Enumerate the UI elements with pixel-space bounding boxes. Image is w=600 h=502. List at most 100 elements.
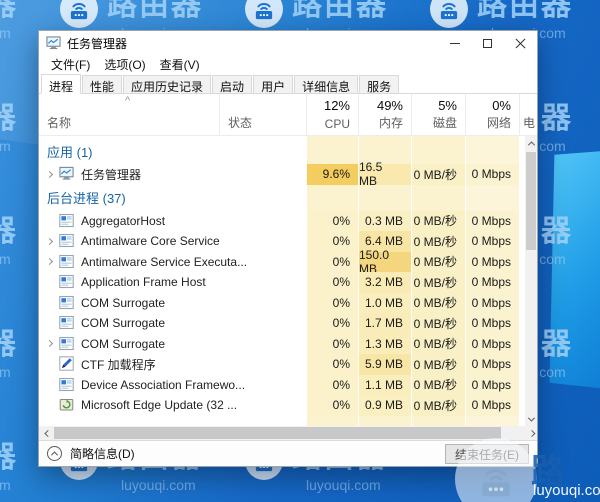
network-cell: 0 Mbps (465, 272, 519, 293)
horizontal-scroll-thumb[interactable] (54, 427, 501, 439)
section-header[interactable]: 应用 (1) (39, 138, 517, 164)
table-row[interactable]: COM Surrogate 0% 1.7 MB 0 MB/秒 0 Mbps (39, 313, 519, 334)
app-generic-icon (59, 254, 75, 270)
table-row[interactable]: Microsoft Edge Update (32 ... 0% 0.9 MB 0 M… (39, 395, 519, 416)
scroll-right-icon[interactable] (523, 426, 537, 440)
tab-详细信息[interactable]: 详细信息 (294, 75, 359, 94)
process-name: Device Association Framewo... (81, 377, 246, 392)
process-name: Microsoft Edge Update (32 ... (81, 398, 238, 413)
memory-cell: 150.0 MB (358, 248, 411, 276)
desktop-background: 路由器 luyouqi.com 路由器 luyouqi.com 路由器 luyo… (0, 0, 600, 502)
watermark-url-text: luyouqi.com (121, 477, 196, 493)
table-row[interactable]: COM Surrogate 0% 1.0 MB 0 MB/秒 0 Mbps (39, 292, 519, 313)
maximize-icon (483, 38, 492, 48)
tab-进程[interactable]: 进程 (41, 74, 82, 94)
memory-cell: 1.7 MB (358, 313, 411, 334)
column-header-name[interactable]: 名称 (39, 94, 219, 135)
table-row[interactable]: 任务管理器 9.6% 16.5 MB 0 MB/秒 0 Mbps (39, 160, 519, 188)
fewer-details-toggle[interactable]: 简略信息(D) (70, 445, 135, 462)
process-name: 任务管理器 (81, 167, 142, 182)
tab-服务[interactable]: 服务 (359, 75, 400, 94)
table-header: ^ 名称 状态 12% CPU 49% 内存 5% 磁盘 0% 网络 电 (39, 94, 537, 136)
windows-logo-pane (549, 150, 600, 390)
app-generic-icon (59, 315, 75, 331)
maximize-button[interactable] (471, 31, 504, 55)
process-name: COM Surrogate (81, 316, 166, 331)
network-cell: 0 Mbps (465, 210, 519, 231)
column-header-memory[interactable]: 49% 内存 (358, 94, 411, 135)
section-label: 应用 (1) (47, 144, 93, 160)
network-cell: 0 Mbps (465, 292, 519, 313)
section-header[interactable]: 后台进程 (37) (39, 185, 517, 211)
horizontal-scrollbar[interactable] (39, 426, 537, 440)
table-row[interactable]: Antimalware Service Executa... 0% 150.0 MB… (39, 248, 519, 276)
vertical-scrollbar[interactable] (525, 136, 537, 426)
watermark-brand-text: 路由器 (0, 328, 18, 361)
column-header-network[interactable]: 0% 网络 (465, 94, 519, 135)
close-button[interactable] (504, 31, 537, 55)
table-row[interactable]: AggregatorHost 0% 0.3 MB 0 MB/秒 0 Mbps (39, 210, 519, 231)
menu-item-0[interactable]: 文件(F) (45, 55, 96, 74)
network-cell: 0 Mbps (465, 164, 519, 185)
table-row[interactable]: Antimalware Core Service 0% 6.4 MB 0 MB/秒 0 … (39, 231, 519, 252)
disk-cell: 0 MB/秒 (411, 395, 465, 416)
disk-cell: 0 MB/秒 (411, 292, 465, 313)
network-cell: 0 Mbps (465, 395, 519, 416)
disk-cell: 0 MB/秒 (411, 164, 465, 185)
network-cell: 0 Mbps (465, 313, 519, 334)
memory-cell: 1.0 MB (358, 292, 411, 313)
expand-chevron-icon[interactable] (39, 170, 59, 178)
cpu-cell: 0% (306, 272, 358, 293)
cpu-cell: 0% (306, 395, 358, 416)
menu-item-1[interactable]: 选项(O) (98, 55, 151, 74)
scroll-up-icon[interactable] (525, 136, 537, 150)
network-cell: 0 Mbps (465, 374, 519, 395)
memory-cell: 16.5 MB (358, 160, 411, 188)
app-generic-icon (59, 377, 75, 393)
expand-chevron-icon[interactable] (39, 258, 59, 266)
watermark-tile: 路由器 luyouqi.com (0, 215, 18, 268)
memory-cell: 5.9 MB (358, 354, 411, 375)
table-row[interactable]: Application Frame Host 0% 3.2 MB 0 MB/秒 0 Mb… (39, 272, 519, 293)
column-header-power-partial[interactable]: 电 (519, 94, 539, 135)
cpu-cell: 9.6% (306, 164, 358, 185)
menu-item-2[interactable]: 查看(V) (154, 55, 206, 74)
disk-cell: 0 MB/秒 (411, 374, 465, 395)
tab-用户[interactable]: 用户 (253, 75, 294, 94)
watermark-url-text: luyouqi.com (0, 251, 11, 267)
column-header-cpu[interactable]: 12% CPU (306, 94, 358, 135)
table-row[interactable]: CTF 加载程序 0% 5.9 MB 0 MB/秒 0 Mbps (39, 354, 519, 375)
titlebar[interactable]: 任务管理器 (39, 31, 537, 55)
minimize-button[interactable] (438, 31, 471, 55)
cpu-cell: 0% (306, 374, 358, 395)
process-name: Application Frame Host (81, 275, 206, 290)
watermark-brand-text: 路由器 (0, 215, 18, 248)
window-title: 任务管理器 (67, 36, 128, 51)
cpu-cell: 0% (306, 333, 358, 354)
column-header-disk[interactable]: 5% 磁盘 (411, 94, 465, 135)
app-generic-icon (59, 295, 75, 311)
router-icon (482, 468, 510, 497)
table-row[interactable]: Device Association Framewo... 0% 1.1 MB 0 M… (39, 374, 519, 395)
disk-cell: 0 MB/秒 (411, 272, 465, 293)
tab-性能[interactable]: 性能 (82, 75, 123, 94)
cpu-cell: 0% (306, 210, 358, 231)
table-row[interactable]: COM Surrogate 0% 1.3 MB 0 MB/秒 0 Mbps (39, 333, 519, 354)
cpu-cell: 0% (306, 231, 358, 252)
cpu-cell: 0% (306, 313, 358, 334)
fewer-details-chevron-icon (47, 446, 62, 461)
scroll-down-icon[interactable] (525, 412, 537, 426)
task-manager-app-icon (46, 36, 61, 50)
tab-启动[interactable]: 启动 (212, 75, 253, 94)
scroll-left-icon[interactable] (39, 426, 53, 440)
app-generic-icon (59, 274, 75, 290)
close-icon (516, 38, 526, 48)
vertical-scroll-thumb[interactable] (526, 152, 536, 250)
window-controls (438, 31, 537, 55)
expand-chevron-icon[interactable] (39, 237, 59, 245)
cpu-cell: 0% (306, 292, 358, 313)
tab-应用历史记录[interactable]: 应用历史记录 (123, 75, 212, 94)
memory-cell: 3.2 MB (358, 272, 411, 293)
expand-chevron-icon[interactable] (39, 340, 59, 348)
column-header-status[interactable]: 状态 (219, 94, 306, 135)
